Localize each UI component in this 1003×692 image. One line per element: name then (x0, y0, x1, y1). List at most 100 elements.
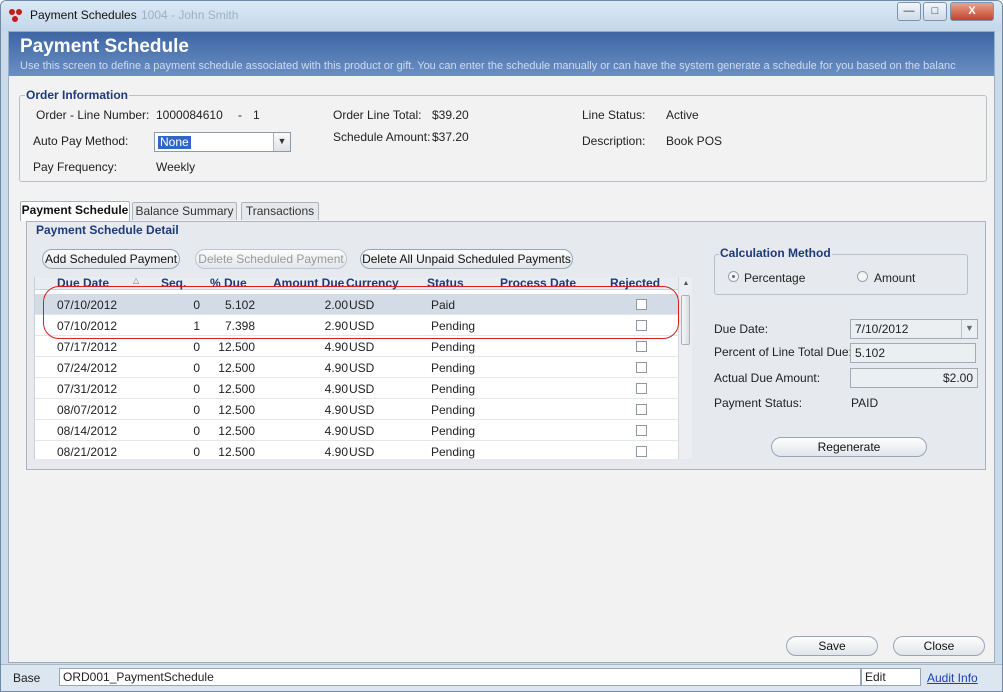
tab-transactions[interactable]: Transactions (241, 202, 319, 220)
actual-due-amount-field[interactable]: $2.00 (850, 368, 978, 388)
col-rejected[interactable]: Rejected (610, 277, 660, 290)
col-process-date[interactable]: Process Date (500, 277, 576, 290)
save-button[interactable]: Save (786, 636, 878, 656)
cell-seq: 0 (193, 340, 200, 354)
cell-due-date: 07/17/2012 (57, 340, 118, 354)
cell-due-date: 08/07/2012 (57, 403, 118, 417)
chevron-down-icon[interactable]: ▼ (273, 133, 290, 151)
cell-currency: USD (349, 319, 375, 333)
minimize-button[interactable]: — (897, 2, 921, 21)
auto-pay-method-value: None (158, 135, 191, 149)
table-row[interactable]: 08/07/2012 0 12.500 4.90 USD Pending (35, 399, 678, 420)
calendar-dropdown-icon[interactable]: ▼ (961, 320, 977, 338)
regenerate-button[interactable]: Regenerate (771, 437, 927, 457)
pay-frequency-label: Pay Frequency: (33, 160, 118, 174)
due-date-field[interactable]: 7/10/2012 ▼ (850, 319, 978, 339)
close-window-button[interactable]: X (950, 2, 994, 21)
status-form-id: ORD001_PaymentSchedule (59, 668, 861, 686)
col-currency[interactable]: Currency (346, 277, 399, 290)
window-title: Payment Schedules (30, 8, 137, 22)
amount-radio[interactable] (857, 271, 868, 282)
order-line-total-value: $39.20 (432, 108, 469, 122)
cell-status: Pending (431, 319, 476, 333)
rejected-checkbox[interactable] (636, 446, 647, 457)
window-title-suffix: 1004 - John Smith (141, 8, 239, 22)
payment-status-label: Payment Status: (714, 396, 803, 410)
cell-amount-due: 4.90 (324, 424, 348, 438)
percentage-radio-label: Percentage (744, 271, 806, 285)
payment-schedules-window: Payment Schedules 1004 - John Smith — □ … (0, 0, 1003, 692)
cell-due-date: 08/14/2012 (57, 424, 118, 438)
rejected-checkbox[interactable] (636, 404, 647, 415)
status-bar: Base ORD001_PaymentSchedule Edit Audit I… (1, 664, 1002, 691)
cell-pct-due: 12.500 (218, 382, 255, 396)
auto-pay-method-select[interactable]: None ▼ (154, 132, 291, 152)
percentage-radio[interactable] (728, 271, 739, 282)
payment-status-value: PAID (851, 396, 879, 410)
grid-vertical-scrollbar[interactable]: ▲ (678, 277, 692, 459)
table-row[interactable]: 07/31/2012 0 12.500 4.90 USD Pending (35, 378, 678, 399)
add-scheduled-payment-button[interactable]: Add Scheduled Payment (42, 249, 180, 269)
percent-of-line-total-label: Percent of Line Total Due: (714, 345, 852, 359)
calculation-method-title: Calculation Method (719, 246, 832, 260)
payment-schedule-detail-title: Payment Schedule Detail (35, 223, 180, 237)
cell-seq: 0 (193, 382, 200, 396)
cell-currency: USD (349, 424, 375, 438)
delete-scheduled-payment-button[interactable]: Delete Scheduled Payment (195, 249, 347, 269)
cell-pct-due: 12.500 (218, 403, 255, 417)
cell-pct-due: 5.102 (224, 298, 255, 312)
page-title: Payment Schedule (20, 36, 189, 57)
cell-currency: USD (349, 445, 375, 459)
cell-amount-due: 4.90 (324, 403, 348, 417)
delete-all-unpaid-button[interactable]: Delete All Unpaid Scheduled Payments (360, 249, 573, 269)
cell-status: Paid (431, 298, 456, 312)
actual-due-amount-label: Actual Due Amount: (714, 371, 821, 385)
line-status-label: Line Status: (582, 108, 646, 122)
line-separator: - (238, 108, 242, 122)
tab-payment-schedule[interactable]: Payment Schedule (20, 201, 130, 221)
cell-status: Pending (431, 361, 476, 375)
cell-seq: 0 (193, 424, 200, 438)
scrollbar-thumb[interactable] (681, 295, 690, 345)
payment-schedule-grid: Due Date △ Seq. % Due Amount Due Currenc… (34, 277, 678, 459)
col-status[interactable]: Status (427, 277, 464, 290)
title-bar[interactable]: Payment Schedules 1004 - John Smith — □ … (1, 1, 1002, 31)
cell-due-date: 07/10/2012 (57, 319, 118, 333)
col-pct-due[interactable]: % Due (210, 277, 247, 290)
status-mode: Edit (861, 668, 921, 686)
tab-balance-summary[interactable]: Balance Summary (132, 202, 237, 220)
status-base: Base (13, 671, 41, 685)
rejected-checkbox[interactable] (636, 341, 647, 352)
table-row[interactable]: 07/24/2012 0 12.500 4.90 USD Pending (35, 357, 678, 378)
close-button[interactable]: Close (893, 636, 985, 656)
line-status-value: Active (666, 108, 699, 122)
due-date-value: 7/10/2012 (855, 322, 909, 336)
cell-currency: USD (349, 382, 375, 396)
rejected-checkbox[interactable] (636, 362, 647, 373)
col-amount-due[interactable]: Amount Due (273, 277, 344, 290)
table-row[interactable]: 07/17/2012 0 12.500 4.90 USD Pending (35, 336, 678, 357)
rejected-checkbox[interactable] (636, 320, 647, 331)
col-seq[interactable]: Seq. (161, 277, 186, 290)
scroll-up-icon[interactable]: ▲ (679, 277, 693, 291)
due-date-label: Due Date: (714, 322, 769, 336)
rejected-checkbox[interactable] (636, 425, 647, 436)
table-row[interactable]: 07/10/2012 1 7.398 2.90 USD Pending (35, 315, 678, 336)
cell-currency: USD (349, 298, 375, 312)
percent-of-line-total-field[interactable]: 5.102 (850, 343, 976, 363)
schedule-amount-label: Schedule Amount: (333, 130, 431, 144)
rejected-checkbox[interactable] (636, 383, 647, 394)
cell-status: Pending (431, 382, 476, 396)
table-row[interactable]: 07/10/2012 0 5.102 2.00 USD Paid (35, 294, 678, 315)
cell-amount-due: 2.90 (324, 319, 348, 333)
cell-due-date: 07/10/2012 (57, 298, 118, 312)
maximize-button[interactable]: □ (923, 2, 947, 21)
description-label: Description: (582, 134, 646, 148)
cell-pct-due: 12.500 (218, 424, 255, 438)
audit-info-link[interactable]: Audit Info (927, 671, 978, 685)
rejected-checkbox[interactable] (636, 299, 647, 310)
col-due-date[interactable]: Due Date (57, 277, 109, 290)
table-row[interactable]: 08/21/2012 0 12.500 4.90 USD Pending (35, 441, 678, 459)
cell-status: Pending (431, 403, 476, 417)
table-row[interactable]: 08/14/2012 0 12.500 4.90 USD Pending (35, 420, 678, 441)
